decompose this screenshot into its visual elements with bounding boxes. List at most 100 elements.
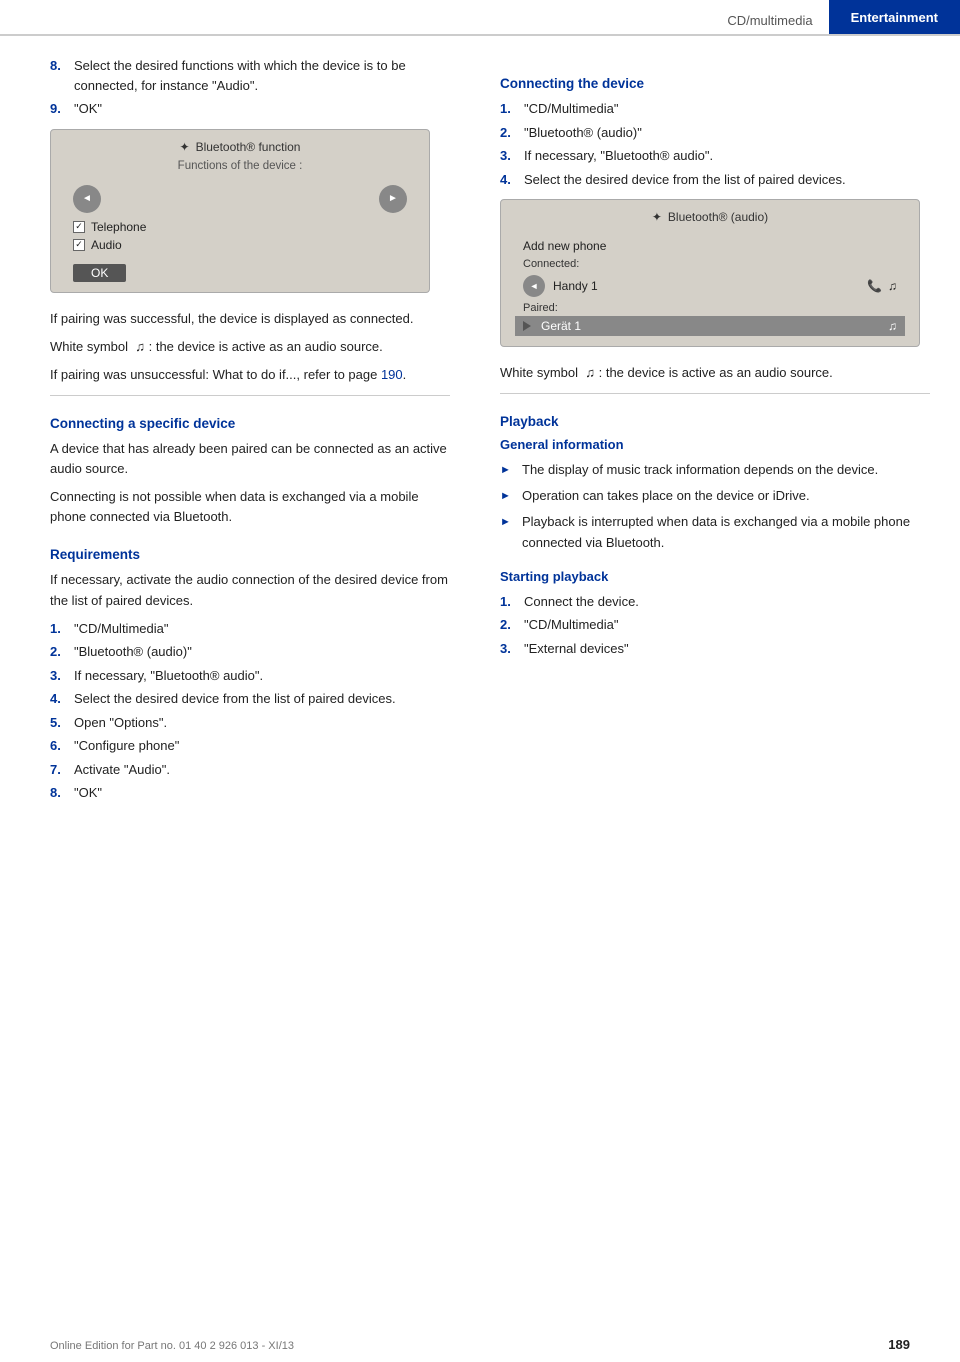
- right-step-num-2: 2.: [500, 123, 520, 143]
- connecting-specific-para2: Connecting is not possible when data is …: [50, 487, 450, 527]
- starting-step-num-3: 3.: [500, 639, 520, 659]
- starting-playback-heading: Starting playback: [500, 569, 930, 584]
- pairing-success-para: If pairing was successful, the device is…: [50, 309, 450, 329]
- playback-heading: Playback: [500, 414, 930, 429]
- general-info-heading: General information: [500, 437, 930, 452]
- bullet-text-3: Playback is interrupted when data is exc…: [522, 512, 930, 552]
- left-step-4: 4. Select the desired device from the li…: [50, 689, 450, 709]
- bt-checkbox-audio: ✓ Audio: [65, 236, 415, 254]
- left-step-3: 3. If necessary, "Bluetooth® audio".: [50, 666, 450, 686]
- left-step-text-4: Select the desired device from the list …: [74, 689, 450, 709]
- left-step-num-3: 3.: [50, 666, 70, 686]
- bt-ok-area: OK: [65, 260, 415, 282]
- left-step-num-6: 6.: [50, 736, 70, 756]
- right-step-text-2: "Bluetooth® (audio)": [524, 123, 930, 143]
- starting-step-text-3: "External devices": [524, 639, 930, 659]
- music-note-icon: ♫: [888, 279, 897, 293]
- bullet-arrow-1: ►: [500, 462, 516, 480]
- right-column: Connecting the device 1. "CD/Multimedia"…: [480, 56, 960, 807]
- nav-left-btn[interactable]: ◄: [73, 185, 101, 213]
- left-step-text-5: Open "Options".: [74, 713, 450, 733]
- page-header: CD/multimedia Entertainment: [0, 0, 960, 36]
- left-step-5: 5. Open "Options".: [50, 713, 450, 733]
- edition-text: Online Edition for Part no. 01 40 2 926 …: [50, 1340, 294, 1352]
- phone-icon: 📞: [867, 279, 882, 293]
- page-number: 189: [888, 1337, 910, 1352]
- step-item-8: 8. Select the desired functions with whi…: [50, 56, 450, 95]
- page-link[interactable]: 190: [381, 367, 403, 382]
- starting-step-text-2: "CD/Multimedia": [524, 615, 930, 635]
- bullet-item-2: ► Operation can takes place on the devic…: [500, 486, 930, 506]
- left-step-text-1: "CD/Multimedia": [74, 619, 450, 639]
- paired-music-icon: ♫: [888, 319, 897, 333]
- step-num-8: 8.: [50, 56, 70, 95]
- divider-1: [50, 395, 450, 396]
- left-step-text-8: "OK": [74, 783, 450, 803]
- telephone-checkbox[interactable]: ✓: [73, 221, 85, 233]
- right-step-4: 4. Select the desired device from the li…: [500, 170, 930, 190]
- left-step-8: 8. "OK": [50, 783, 450, 803]
- right-step-num-1: 1.: [500, 99, 520, 119]
- right-step-2: 2. "Bluetooth® (audio)": [500, 123, 930, 143]
- bt-arrow: [523, 321, 531, 331]
- left-step-num-7: 7.: [50, 760, 70, 780]
- starting-step-num-1: 1.: [500, 592, 520, 612]
- bt-add-new-phone: Add new phone: [515, 236, 905, 256]
- left-step-text-3: If necessary, "Bluetooth® audio".: [74, 666, 450, 686]
- bt-mockup-title: ✦ Bluetooth® function: [65, 140, 415, 154]
- left-step-num-4: 4.: [50, 689, 70, 709]
- page-content: 8. Select the desired functions with whi…: [0, 36, 960, 807]
- bullet-text-1: The display of music track information d…: [522, 460, 878, 480]
- header-entertainment-label: Entertainment: [829, 0, 960, 34]
- right-step-1: 1. "CD/Multimedia": [500, 99, 930, 119]
- right-step-num-3: 3.: [500, 146, 520, 166]
- pairing-fail-para: If pairing was unsuccessful: What to do …: [50, 365, 450, 385]
- bt-ok-button[interactable]: OK: [73, 264, 126, 282]
- bt-checkbox-telephone: ✓ Telephone: [65, 218, 415, 236]
- left-step-7: 7. Activate "Audio".: [50, 760, 450, 780]
- right-step-num-4: 4.: [500, 170, 520, 190]
- left-step-text-2: "Bluetooth® (audio)": [74, 642, 450, 662]
- starting-step-num-2: 2.: [500, 615, 520, 635]
- connecting-device-heading: Connecting the device: [500, 76, 930, 91]
- bullet-item-1: ► The display of music track information…: [500, 460, 930, 480]
- nav-right-btn[interactable]: ►: [379, 185, 407, 213]
- right-step-3: 3. If necessary, "Bluetooth® audio".: [500, 146, 930, 166]
- bt-right-icon: ✦: [652, 210, 662, 224]
- bt-mockup-right: ✦ Bluetooth® (audio) Add new phone Conne…: [500, 199, 920, 347]
- bt-nav-row: ◄ ►: [65, 182, 415, 216]
- divider-right-1: [500, 393, 930, 394]
- bt-mockup-subtitle: Functions of the device :: [65, 160, 415, 172]
- left-step-text-6: "Configure phone": [74, 736, 450, 756]
- connecting-specific-para1: A device that has already been paired ca…: [50, 439, 450, 479]
- bullet-item-3: ► Playback is interrupted when data is e…: [500, 512, 930, 552]
- starting-step-text-1: Connect the device.: [524, 592, 930, 612]
- bt-icon: ✦: [180, 140, 190, 154]
- left-steps-list: 1. "CD/Multimedia" 2. "Bluetooth® (audio…: [50, 619, 450, 803]
- right-step-text-1: "CD/Multimedia": [524, 99, 930, 119]
- bullet-text-2: Operation can takes place on the device …: [522, 486, 810, 506]
- connecting-specific-heading: Connecting a specific device: [50, 416, 450, 431]
- bt-mockup-left: ✦ Bluetooth® function Functions of the d…: [50, 129, 430, 293]
- starting-steps-list: 1. Connect the device. 2. "CD/Multimedia…: [500, 592, 930, 659]
- left-step-1: 1. "CD/Multimedia": [50, 619, 450, 639]
- top-steps: 8. Select the desired functions with whi…: [50, 56, 450, 119]
- step-text-8: Select the desired functions with which …: [74, 56, 450, 95]
- left-step-num-5: 5.: [50, 713, 70, 733]
- bullet-list: ► The display of music track information…: [500, 460, 930, 553]
- step-text-9: "OK": [74, 99, 450, 119]
- requirements-para: If necessary, activate the audio connect…: [50, 570, 450, 610]
- starting-step-2: 2. "CD/Multimedia": [500, 615, 930, 635]
- bt-paired-device: Gerät 1 ♫: [515, 316, 905, 336]
- telephone-label: Telephone: [91, 220, 146, 234]
- audio-checkbox[interactable]: ✓: [73, 239, 85, 251]
- left-step-6: 6. "Configure phone": [50, 736, 450, 756]
- left-step-2: 2. "Bluetooth® (audio)": [50, 642, 450, 662]
- requirements-heading: Requirements: [50, 547, 450, 562]
- starting-step-1: 1. Connect the device.: [500, 592, 930, 612]
- page-footer: Online Edition for Part no. 01 40 2 926 …: [0, 1337, 960, 1352]
- white-symbol-para-right: White symbol ♫ : the device is active as…: [500, 363, 930, 383]
- left-step-text-7: Activate "Audio".: [74, 760, 450, 780]
- bt-nav-left[interactable]: ◄: [523, 275, 545, 297]
- step-num-9: 9.: [50, 99, 70, 119]
